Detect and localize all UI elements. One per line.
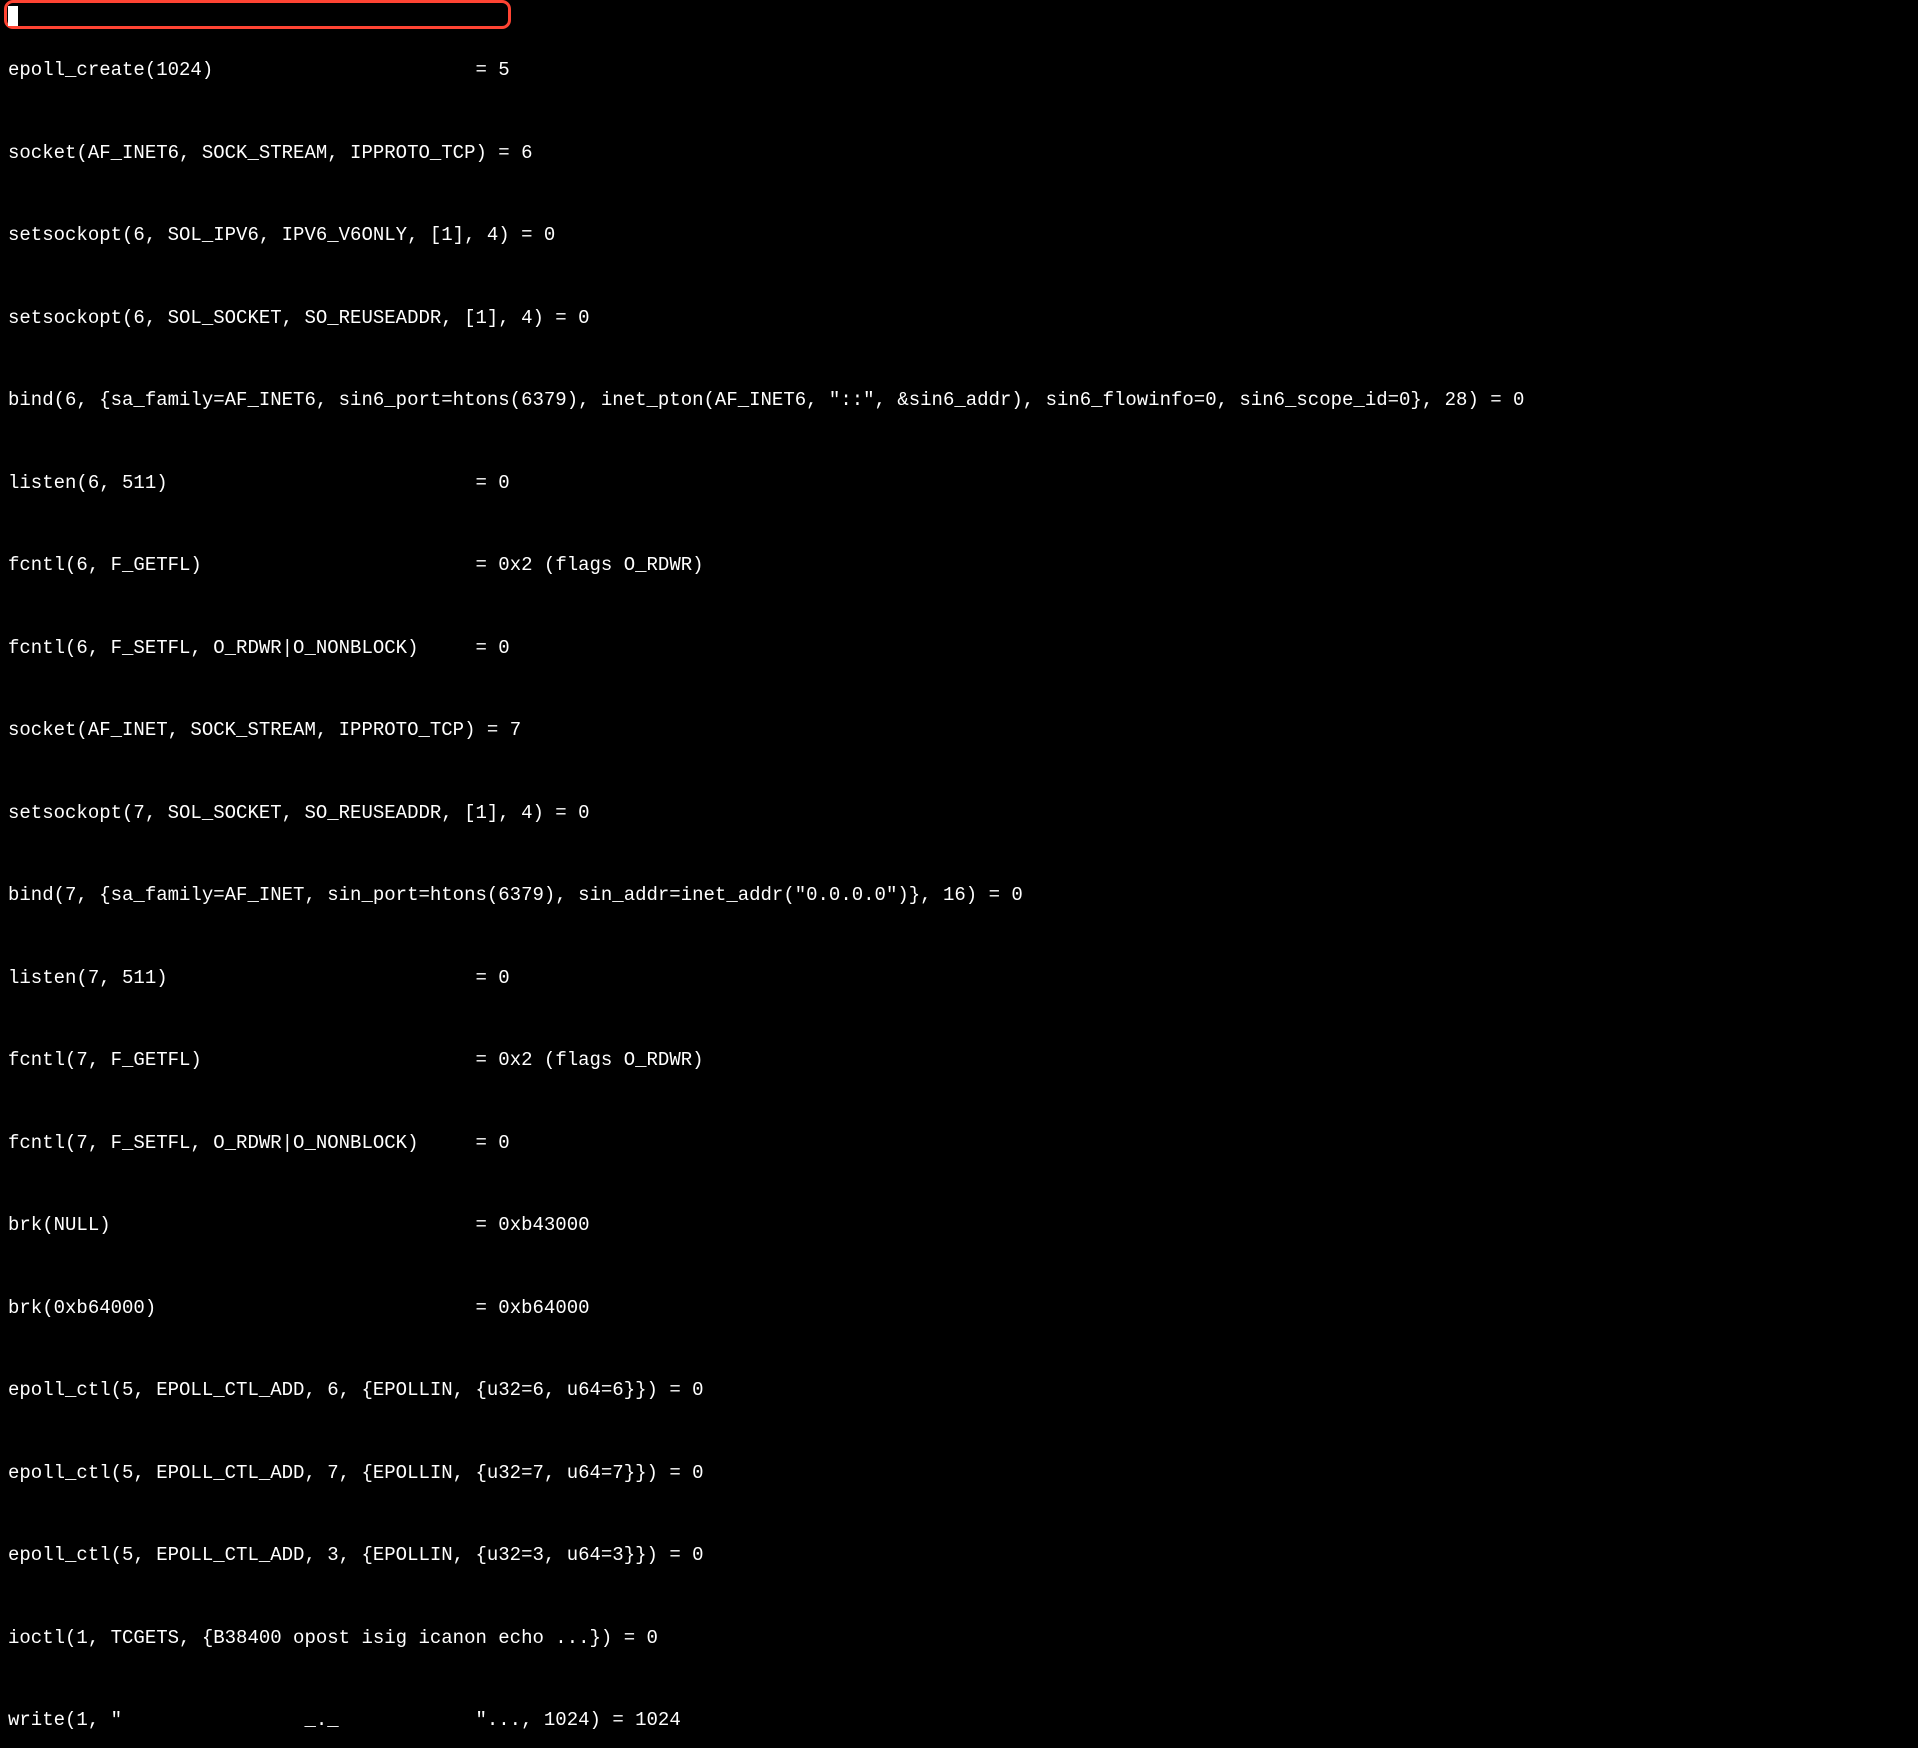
- syscall-result: = 0x2 (flags O_RDWR): [476, 1049, 704, 1071]
- strace-line: setsockopt(7, SOL_SOCKET, SO_REUSEADDR, …: [8, 800, 1918, 828]
- syscall-result: = 0: [475, 1132, 509, 1154]
- syscall-call: epoll_create(1024): [8, 59, 213, 81]
- syscall-result: = 0xb64000: [476, 1297, 590, 1319]
- syscall-result: = 5: [475, 59, 509, 81]
- strace-line: epoll_create(1024) = 5: [8, 57, 1918, 85]
- syscall-result: = 0x2 (flags O_RDWR): [476, 554, 704, 576]
- syscall-call: write(1, " _._ "..., 1024): [8, 1709, 601, 1731]
- syscall-call: listen(6, 511): [8, 472, 168, 494]
- strace-line: bind(6, {sa_family=AF_INET6, sin6_port=h…: [8, 387, 1918, 415]
- syscall-call: brk(NULL): [8, 1214, 111, 1236]
- strace-line: epoll_ctl(5, EPOLL_CTL_ADD, 6, {EPOLLIN,…: [8, 1377, 1918, 1405]
- syscall-call: setsockopt(6, SOL_IPV6, IPV6_V6ONLY, [1]…: [8, 224, 510, 246]
- syscall-call: fcntl(7, F_GETFL): [8, 1049, 202, 1071]
- syscall-call: setsockopt(7, SOL_SOCKET, SO_REUSEADDR, …: [8, 802, 544, 824]
- strace-line: socket(AF_INET, SOCK_STREAM, IPPROTO_TCP…: [8, 717, 1918, 745]
- syscall-result: = 7: [487, 719, 521, 741]
- strace-line: brk(0xb64000) = 0xb64000: [8, 1295, 1918, 1323]
- strace-line: listen(7, 511) = 0: [8, 965, 1918, 993]
- syscall-result: = 0: [475, 637, 509, 659]
- strace-line: setsockopt(6, SOL_IPV6, IPV6_V6ONLY, [1]…: [8, 222, 1918, 250]
- syscall-call: bind(6, {sa_family=AF_INET6, sin6_port=h…: [8, 389, 1479, 411]
- strace-line: fcntl(6, F_SETFL, O_RDWR|O_NONBLOCK) = 0: [8, 635, 1918, 663]
- strace-line: setsockopt(6, SOL_SOCKET, SO_REUSEADDR, …: [8, 305, 1918, 333]
- syscall-result: = 0: [555, 802, 589, 824]
- syscall-call: ioctl(1, TCGETS, {B38400 opost isig ican…: [8, 1627, 612, 1649]
- strace-line: epoll_ctl(5, EPOLL_CTL_ADD, 3, {EPOLLIN,…: [8, 1542, 1918, 1570]
- syscall-call: setsockopt(6, SOL_SOCKET, SO_REUSEADDR, …: [8, 307, 544, 329]
- syscall-result: = 0: [669, 1379, 703, 1401]
- syscall-call: fcntl(7, F_SETFL, O_RDWR|O_NONBLOCK): [8, 1132, 418, 1154]
- terminal-cursor: [8, 6, 18, 26]
- strace-line: ioctl(1, TCGETS, {B38400 opost isig ican…: [8, 1625, 1918, 1653]
- syscall-result: = 0: [521, 224, 555, 246]
- syscall-call: fcntl(6, F_GETFL): [8, 554, 202, 576]
- strace-line: fcntl(7, F_GETFL) = 0x2 (flags O_RDWR): [8, 1047, 1918, 1075]
- syscall-result: = 1024: [612, 1709, 680, 1731]
- terminal-output[interactable]: epoll_create(1024) = 5 socket(AF_INET6, …: [0, 0, 1918, 1748]
- syscall-result: = 0: [476, 967, 510, 989]
- strace-line: socket(AF_INET6, SOCK_STREAM, IPPROTO_TC…: [8, 140, 1918, 168]
- syscall-result: = 0: [989, 884, 1023, 906]
- strace-line: fcntl(6, F_GETFL) = 0x2 (flags O_RDWR): [8, 552, 1918, 580]
- syscall-result: = 0xb43000: [475, 1214, 589, 1236]
- strace-line: brk(NULL) = 0xb43000: [8, 1212, 1918, 1240]
- syscall-result: = 0: [476, 472, 510, 494]
- syscall-result: = 0: [669, 1544, 703, 1566]
- syscall-result: = 0: [624, 1627, 658, 1649]
- syscall-call: brk(0xb64000): [8, 1297, 156, 1319]
- syscall-result: = 6: [498, 142, 532, 164]
- syscall-result: = 0: [555, 307, 589, 329]
- syscall-call: epoll_ctl(5, EPOLL_CTL_ADD, 7, {EPOLLIN,…: [8, 1462, 658, 1484]
- syscall-call: listen(7, 511): [8, 967, 168, 989]
- strace-line: listen(6, 511) = 0: [8, 470, 1918, 498]
- strace-line: write(1, " _._ "..., 1024) = 1024: [8, 1707, 1918, 1735]
- strace-line: fcntl(7, F_SETFL, O_RDWR|O_NONBLOCK) = 0: [8, 1130, 1918, 1158]
- syscall-result: = 0: [669, 1462, 703, 1484]
- syscall-call: epoll_ctl(5, EPOLL_CTL_ADD, 3, {EPOLLIN,…: [8, 1544, 658, 1566]
- syscall-call: bind(7, {sa_family=AF_INET, sin_port=hto…: [8, 884, 977, 906]
- syscall-call: socket(AF_INET, SOCK_STREAM, IPPROTO_TCP…: [8, 719, 475, 741]
- syscall-call: socket(AF_INET6, SOCK_STREAM, IPPROTO_TC…: [8, 142, 487, 164]
- strace-line: bind(7, {sa_family=AF_INET, sin_port=hto…: [8, 882, 1918, 910]
- syscall-call: fcntl(6, F_SETFL, O_RDWR|O_NONBLOCK): [8, 637, 418, 659]
- syscall-result: = 0: [1490, 389, 1524, 411]
- strace-line: epoll_ctl(5, EPOLL_CTL_ADD, 7, {EPOLLIN,…: [8, 1460, 1918, 1488]
- syscall-call: epoll_ctl(5, EPOLL_CTL_ADD, 6, {EPOLLIN,…: [8, 1379, 658, 1401]
